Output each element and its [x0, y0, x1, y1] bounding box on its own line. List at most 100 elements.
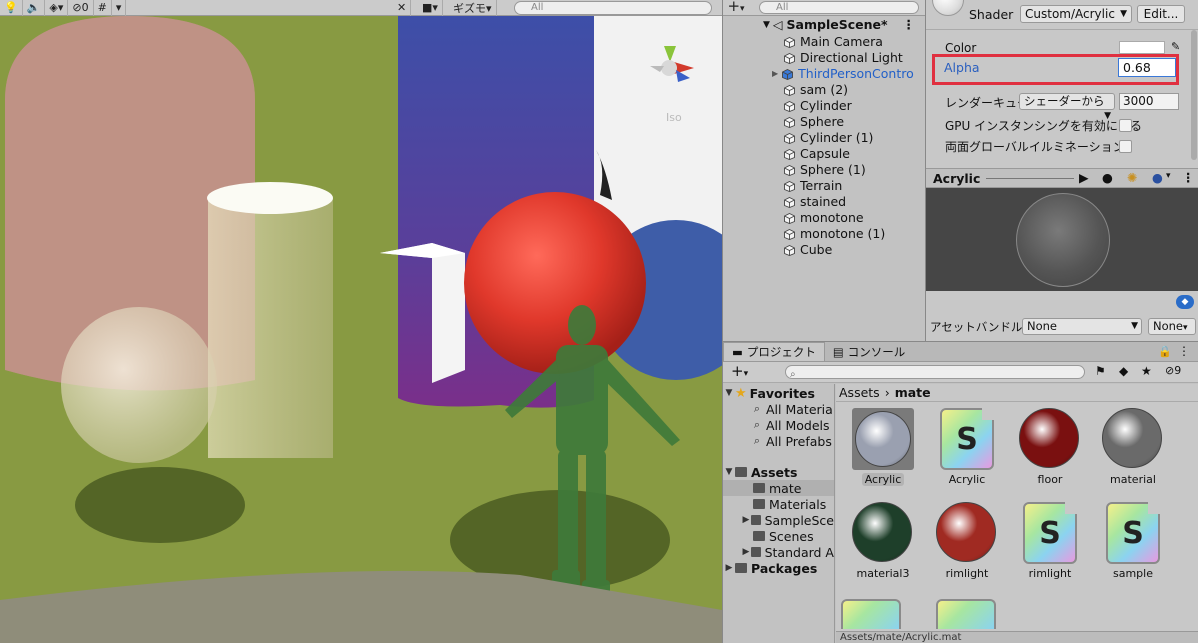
breadcrumb-root[interactable]: Assets — [839, 385, 880, 400]
chevron-right-icon[interactable]: ▶ — [772, 69, 778, 78]
asset-bundle-dropdown[interactable]: None ▼ — [1022, 318, 1142, 335]
grid-toggle[interactable]: # — [94, 0, 112, 16]
hidden-objects-toggle[interactable]: ⊘ 0 — [68, 0, 94, 16]
alpha-input[interactable]: 0.68 — [1118, 58, 1176, 77]
material-asset[interactable]: rimlight — [932, 502, 1002, 580]
asset-variant-dropdown[interactable]: None▾ — [1148, 318, 1196, 335]
favorite-search-item[interactable]: ⌕ All Prefabs — [723, 433, 834, 449]
chevron-down-icon: ▾ — [1183, 323, 1188, 333]
shader-dropdown[interactable]: Custom/Acrylic ▼ — [1020, 5, 1132, 23]
hierarchy-item[interactable]: sam (2) — [723, 81, 925, 97]
more-options-icon[interactable]: ⋮ — [1182, 170, 1195, 185]
gizmos-button[interactable]: ギズモ ▾ — [449, 0, 497, 16]
background-icon[interactable]: ● — [1152, 170, 1163, 185]
chevron-down-icon[interactable]: ▾ — [1166, 171, 1171, 181]
filter-type-icon[interactable]: ⚑ — [1095, 364, 1106, 378]
hierarchy-list: Main Camera Directional Light ▶ ThirdPerson… — [723, 33, 925, 257]
partial-asset-thumbnail[interactable] — [841, 599, 901, 629]
add-object-button[interactable]: +▾ — [723, 0, 749, 16]
asset-bundle-value: None — [1027, 319, 1058, 333]
partial-asset-thumbnail[interactable] — [936, 599, 996, 629]
hierarchy-item[interactable]: ▶ ThirdPersonContro — [723, 65, 925, 81]
tools-button[interactable]: ✕ — [393, 0, 412, 16]
asset-folder-item[interactable]: Scenes — [723, 528, 834, 544]
hidden-packages-toggle[interactable]: ⊘9 — [1165, 364, 1181, 377]
effects-toggle[interactable]: ◈ ▾ — [45, 0, 69, 16]
material-asset[interactable]: material — [1098, 408, 1168, 486]
material-asset[interactable]: material3 — [848, 502, 918, 580]
asset-folder-item[interactable]: Materials — [723, 496, 834, 512]
shader-asset[interactable]: Srimlight — [1015, 502, 1085, 580]
grid-dropdown[interactable]: ▾ — [112, 0, 127, 16]
eyedropper-icon[interactable]: ✎ — [1171, 40, 1180, 53]
hierarchy-item-label: sam (2) — [800, 81, 849, 97]
favorite-search-item[interactable]: ⌕ All Materia — [723, 401, 834, 417]
tag-icon[interactable]: ◆ — [1176, 295, 1194, 309]
play-icon[interactable]: ▶ — [1079, 170, 1089, 185]
scene-render[interactable] — [0, 0, 722, 643]
light-icon[interactable]: ✺ — [1127, 170, 1137, 185]
asset-folder-item[interactable]: ▶ Standard A — [723, 544, 834, 560]
hierarchy-item[interactable]: monotone — [723, 209, 925, 225]
favorites-row[interactable]: ▼ ★ Favorites — [723, 385, 834, 401]
assets-row[interactable]: ▼ Assets — [723, 464, 834, 480]
scene-search-input[interactable]: All — [514, 1, 712, 15]
hierarchy-item[interactable]: stained — [723, 193, 925, 209]
tab-console-label: コンソール — [847, 344, 906, 359]
asset-folder-item[interactable]: ▶ SampleSce — [723, 512, 834, 528]
hierarchy-item[interactable]: Capsule — [723, 145, 925, 161]
double-sided-gi-checkbox[interactable] — [1119, 140, 1132, 153]
project-search-input[interactable]: ⌕ — [785, 365, 1085, 380]
hierarchy-item[interactable]: Cylinder — [723, 97, 925, 113]
asset-variant-value: None — [1153, 319, 1184, 333]
tab-project[interactable]: ▬ プロジェクト — [723, 342, 825, 361]
audio-toggle[interactable]: 🔈 — [23, 0, 46, 16]
packages-row[interactable]: ▶ Packages — [723, 560, 834, 576]
favorite-star-icon[interactable]: ★ — [1141, 364, 1152, 378]
create-asset-button[interactable]: +▾ — [731, 362, 748, 380]
tab-console[interactable]: ▤ コンソール — [825, 342, 913, 361]
chevron-right-icon[interactable]: ▶ — [741, 515, 751, 525]
hierarchy-search-input[interactable]: All — [759, 1, 919, 14]
scene-view[interactable]: Iso 💡 🔈 ◈ ▾ ⊘ 0 # ▾ ✕ ■ ▾ ギズモ ▾ All — [0, 0, 722, 643]
sphere-mesh-icon[interactable]: ● — [1102, 170, 1113, 185]
hierarchy-item[interactable]: Terrain — [723, 177, 925, 193]
hierarchy-item[interactable]: Cylinder (1) — [723, 129, 925, 145]
camera-button[interactable]: ■ ▾ — [418, 0, 443, 16]
asset-folder-item[interactable]: mate — [723, 480, 834, 496]
hierarchy-item[interactable]: monotone (1) — [723, 225, 925, 241]
hierarchy-item[interactable]: Directional Light — [723, 49, 925, 65]
hierarchy-item[interactable]: Cube — [723, 241, 925, 257]
shader-asset[interactable]: Ssample — [1098, 502, 1168, 580]
edit-shader-button[interactable]: Edit... — [1137, 5, 1185, 23]
hierarchy-item[interactable]: Sphere — [723, 113, 925, 129]
material-preview[interactable] — [926, 188, 1198, 291]
render-queue-value[interactable]: 3000 — [1119, 93, 1179, 110]
status-path: Assets/mate/Acrylic.mat — [840, 632, 962, 643]
shader-asset[interactable]: S Acrylic — [932, 408, 1002, 486]
render-queue-dropdown[interactable]: シェーダーから ▼ — [1019, 93, 1115, 121]
breadcrumb: Assets › mate — [836, 384, 1198, 402]
chevron-right-icon: › — [884, 385, 890, 400]
favorite-search-item[interactable]: ⌕ All Models — [723, 417, 834, 433]
lock-icon[interactable]: 🔒 — [1158, 345, 1172, 358]
lighting-toggle[interactable]: 💡 — [0, 0, 23, 16]
color-swatch[interactable] — [1119, 41, 1165, 54]
material-asset[interactable]: Acrylic — [848, 408, 918, 486]
chevron-right-icon[interactable]: ▶ — [741, 547, 751, 557]
more-options-icon[interactable]: ⋮ — [1178, 344, 1190, 358]
hierarchy-item[interactable]: Sphere (1) — [723, 161, 925, 177]
projection-label[interactable]: Iso — [666, 111, 682, 124]
hierarchy-item[interactable]: Main Camera — [723, 33, 925, 49]
material-asset[interactable]: floor — [1015, 408, 1085, 486]
more-options-icon[interactable]: ⋮ — [903, 17, 916, 32]
gpu-instancing-checkbox[interactable] — [1119, 119, 1132, 132]
breadcrumb-current[interactable]: mate — [895, 385, 931, 400]
hierarchy-item-label: Sphere — [800, 113, 845, 129]
filter-label-icon[interactable]: ◆ — [1119, 364, 1128, 378]
inspector-scrollbar[interactable] — [1191, 30, 1197, 160]
scene-root-row[interactable]: ▼ ◁ SampleScene* ⋮ — [723, 16, 925, 33]
folder-icon — [735, 467, 747, 477]
hierarchy-item-label: monotone — [800, 209, 864, 225]
chevron-down-icon: ▼ — [725, 467, 733, 477]
